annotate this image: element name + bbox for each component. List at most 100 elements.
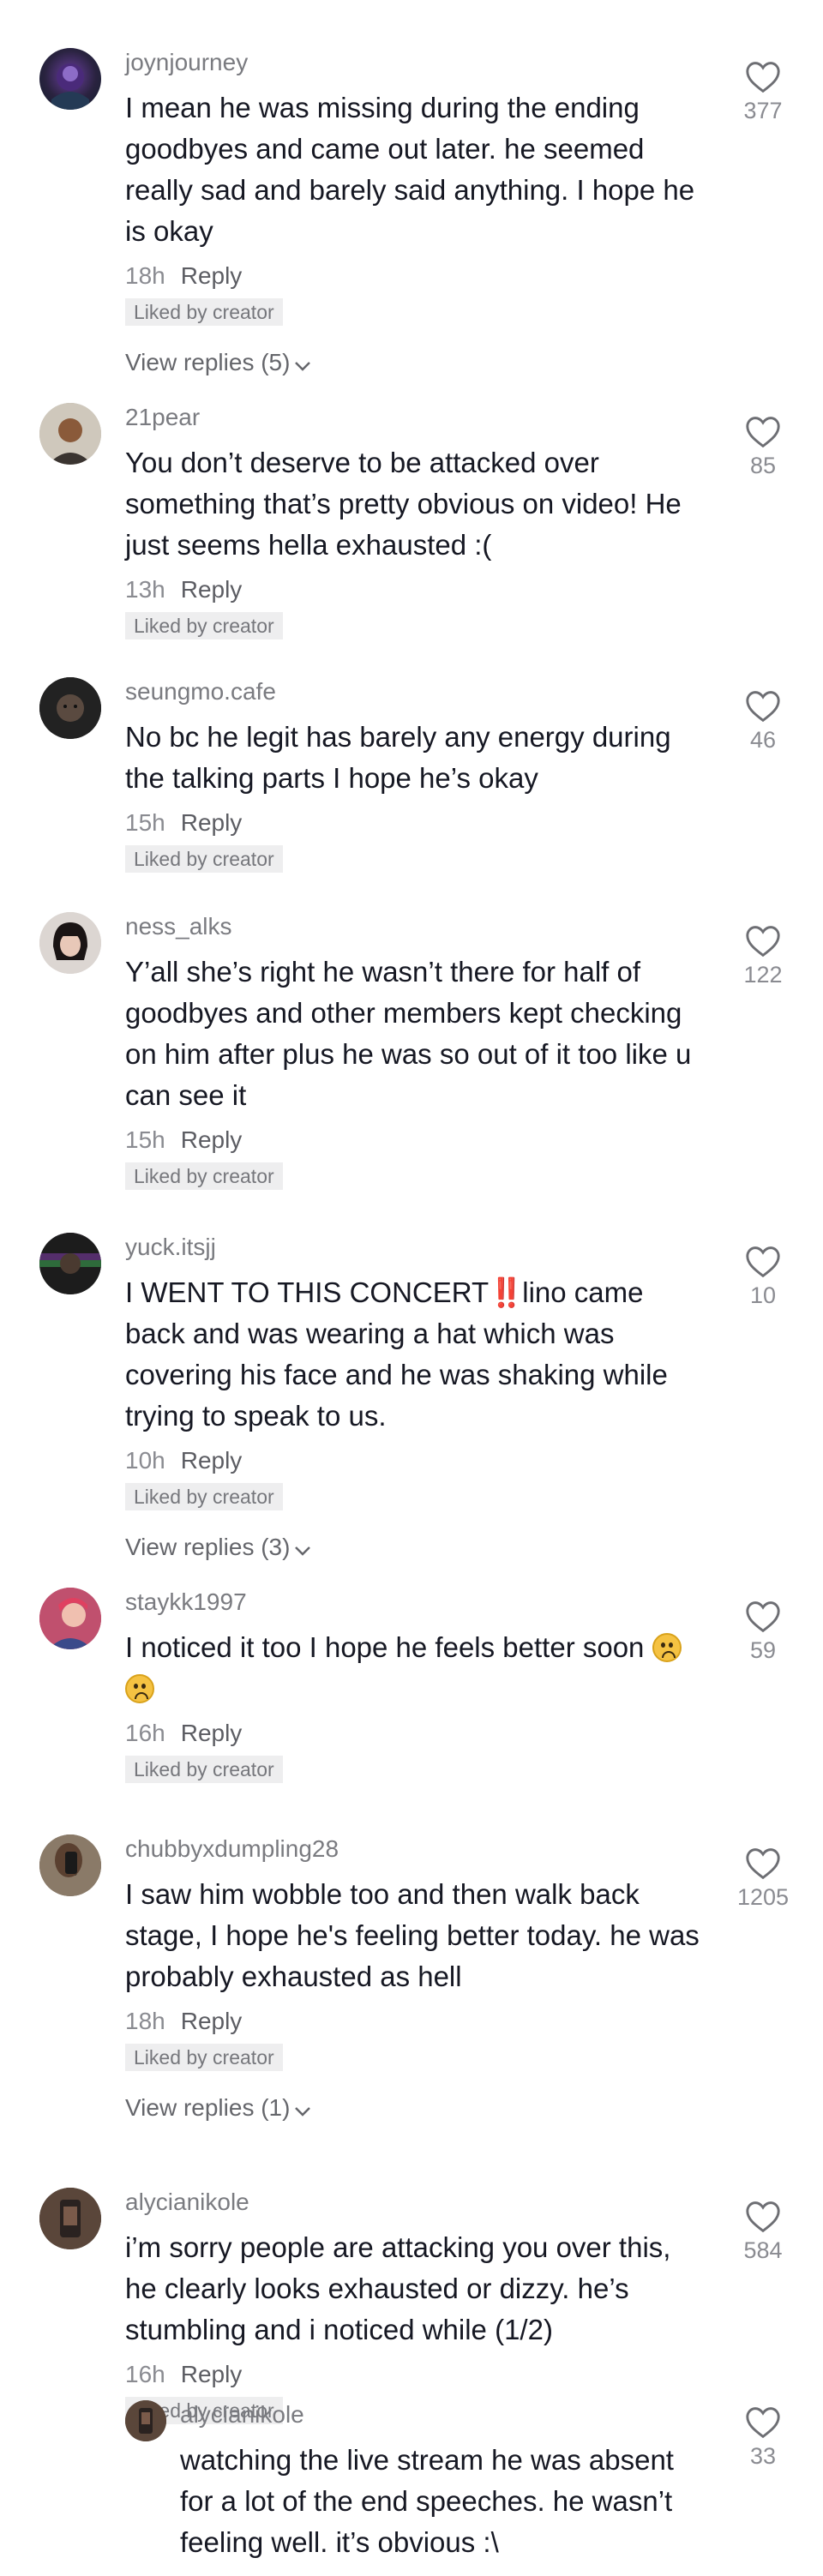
- comment-body: ness_alks Y’all she’s right he wasn’t th…: [125, 912, 708, 1190]
- reply-button[interactable]: Reply: [181, 1720, 243, 1746]
- like-button[interactable]: 377: [720, 60, 806, 125]
- liked-by-creator-badge: Liked by creator: [125, 612, 283, 639]
- sad-face-emoji: [652, 1633, 682, 1662]
- avatar-image: [39, 403, 101, 465]
- like-count: 46: [749, 727, 777, 753]
- like-count: 85: [749, 453, 777, 478]
- comment-username[interactable]: 21pear: [125, 403, 708, 432]
- like-button[interactable]: 1205: [720, 1846, 806, 1912]
- like-count: 33: [749, 2443, 777, 2469]
- reply-button[interactable]: Reply: [181, 2008, 243, 2034]
- avatar[interactable]: [39, 1588, 101, 1649]
- liked-by-creator-badge: Liked by creator: [125, 2044, 283, 2071]
- comment-text-main: I noticed it too I hope he feels better …: [125, 1631, 645, 1663]
- avatar[interactable]: [125, 2400, 166, 2441]
- liked-by-creator-badge: Liked by creator: [125, 1483, 283, 1510]
- heart-icon: [720, 415, 806, 449]
- view-replies-label: View replies (3): [125, 1534, 291, 1560]
- comment-time: 18h: [125, 262, 165, 289]
- like-count: 377: [743, 98, 783, 123]
- comment-time: 18h: [125, 2008, 165, 2034]
- comment-time: 15h: [125, 1126, 165, 1153]
- like-button[interactable]: 33: [720, 2405, 806, 2471]
- reply-username[interactable]: alycianikole: [180, 2400, 694, 2429]
- comment-text: No bc he legit has barely any energy dur…: [125, 721, 671, 794]
- heart-icon: [720, 1600, 806, 1634]
- comment-username[interactable]: alycianikole: [125, 2188, 708, 2217]
- comment-time: 13h: [125, 576, 165, 603]
- like-button[interactable]: 46: [720, 689, 806, 754]
- comment-text: I mean he was missing during the ending …: [125, 92, 695, 247]
- reply-button[interactable]: Reply: [181, 1447, 243, 1474]
- like-count: 584: [743, 2237, 783, 2263]
- avatar[interactable]: [39, 48, 101, 110]
- chevron-down-icon: [293, 1534, 312, 1564]
- heart-icon: [720, 2405, 806, 2440]
- like-button[interactable]: 59: [720, 1600, 806, 1665]
- comment-text: I WENT TO THIS CONCERT‼️lino came back a…: [125, 1272, 708, 1437]
- comment-body: alycianikole i’m sorry people are attack…: [125, 2188, 708, 2424]
- avatar[interactable]: [39, 403, 101, 465]
- comment-username[interactable]: ness_alks: [125, 912, 708, 941]
- avatar-image: [39, 912, 101, 974]
- avatar-image: [39, 1588, 101, 1649]
- like-button[interactable]: 122: [720, 924, 806, 989]
- comment-text: i’m sorry people are attacking you over …: [125, 2231, 671, 2345]
- comment-text: I saw him wobble too and then walk back …: [125, 1878, 700, 1992]
- avatar-image: [39, 2188, 101, 2249]
- liked-by-creator-badge: Liked by creator: [125, 1756, 283, 1783]
- like-button[interactable]: 85: [720, 415, 806, 480]
- view-replies-label: View replies (1): [125, 2094, 291, 2121]
- reply-button[interactable]: Reply: [181, 262, 243, 289]
- view-replies-button[interactable]: View replies (5): [125, 348, 708, 379]
- view-replies-button[interactable]: View replies (1): [125, 2093, 708, 2124]
- comment-body: chubbyxdumpling28 I saw him wobble too a…: [125, 1834, 708, 2124]
- avatar[interactable]: [39, 912, 101, 974]
- liked-by-creator-badge: Liked by creator: [125, 298, 283, 326]
- comment-text: You don’t deserve to be attacked over so…: [125, 447, 682, 561]
- comment-text: I noticed it too I hope he feels better …: [125, 1627, 708, 1709]
- reply-button[interactable]: Reply: [181, 576, 243, 603]
- sad-face-emoji: [125, 1674, 154, 1703]
- reply-button[interactable]: Reply: [181, 809, 243, 836]
- comments-list: joynjourney I mean he was missing during…: [0, 0, 823, 2576]
- comment-time: 15h: [125, 809, 165, 836]
- reply-text: watching the live stream he was absent f…: [180, 2444, 674, 2558]
- like-count: 10: [749, 1282, 777, 1308]
- like-button[interactable]: 10: [720, 1245, 806, 1310]
- view-replies-button[interactable]: View replies (3): [125, 1533, 708, 1564]
- comment-username[interactable]: staykk1997: [125, 1588, 708, 1617]
- heart-icon: [720, 924, 806, 958]
- comment-username[interactable]: yuck.itsjj: [125, 1233, 708, 1262]
- like-count: 1205: [736, 1884, 790, 1910]
- avatar[interactable]: [39, 2188, 101, 2249]
- comment-username[interactable]: joynjourney: [125, 48, 708, 77]
- like-button[interactable]: 584: [720, 2200, 806, 2265]
- avatar[interactable]: [39, 1233, 101, 1294]
- double-exclamation-emoji: ‼️: [489, 1276, 524, 1308]
- comment-body: joynjourney I mean he was missing during…: [125, 48, 708, 379]
- heart-icon: [720, 2200, 806, 2234]
- comment-body: 21pear You don’t deserve to be attacked …: [125, 403, 708, 639]
- comment-username[interactable]: seungmo.cafe: [125, 677, 708, 706]
- like-count: 59: [749, 1637, 777, 1663]
- avatar[interactable]: [39, 1834, 101, 1896]
- avatar[interactable]: [39, 677, 101, 739]
- reply-button[interactable]: Reply: [181, 2361, 243, 2387]
- comment-text: Y’all she’s right he wasn’t there for ha…: [125, 956, 692, 1111]
- comment-body: yuck.itsjj I WENT TO THIS CONCERT‼️lino …: [125, 1233, 708, 1564]
- liked-by-creator-badge: Liked by creator: [125, 845, 283, 873]
- chevron-down-icon: [293, 350, 312, 379]
- comment-time: 16h: [125, 1720, 165, 1746]
- chevron-down-icon: [293, 2095, 312, 2124]
- heart-icon: [720, 1245, 806, 1279]
- comment-username[interactable]: chubbyxdumpling28: [125, 1834, 708, 1864]
- view-replies-label: View replies (5): [125, 349, 291, 375]
- heart-icon: [720, 1846, 806, 1881]
- comment-body: staykk1997 I noticed it too I hope he fe…: [125, 1588, 708, 1783]
- avatar-image: [39, 677, 101, 739]
- liked-by-creator-badge: Liked by creator: [125, 1162, 283, 1190]
- comment-time: 10h: [125, 1447, 165, 1474]
- reply-button[interactable]: Reply: [181, 1126, 243, 1153]
- reply-body: alycianikole watching the live stream he…: [180, 2400, 694, 2563]
